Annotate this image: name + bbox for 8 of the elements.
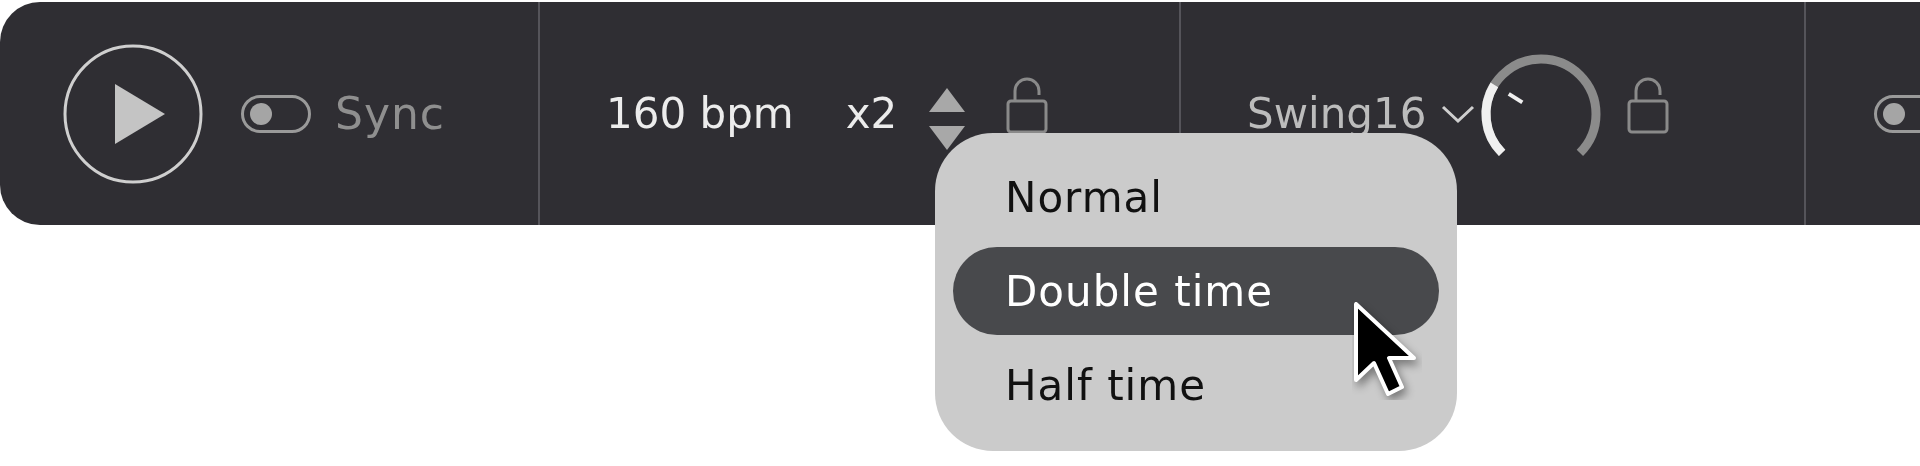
sync-toggle[interactable] bbox=[241, 94, 311, 133]
sync-label: Sync bbox=[335, 88, 446, 139]
tempo-multiplier[interactable]: x2 bbox=[845, 89, 898, 138]
menu-item[interactable]: Double time bbox=[953, 247, 1439, 335]
menu-item[interactable]: Normal bbox=[953, 153, 1439, 241]
play-button[interactable] bbox=[63, 43, 203, 184]
tempo-value: 160 bpm bbox=[606, 89, 794, 138]
menu-item[interactable]: Half time bbox=[953, 341, 1439, 429]
